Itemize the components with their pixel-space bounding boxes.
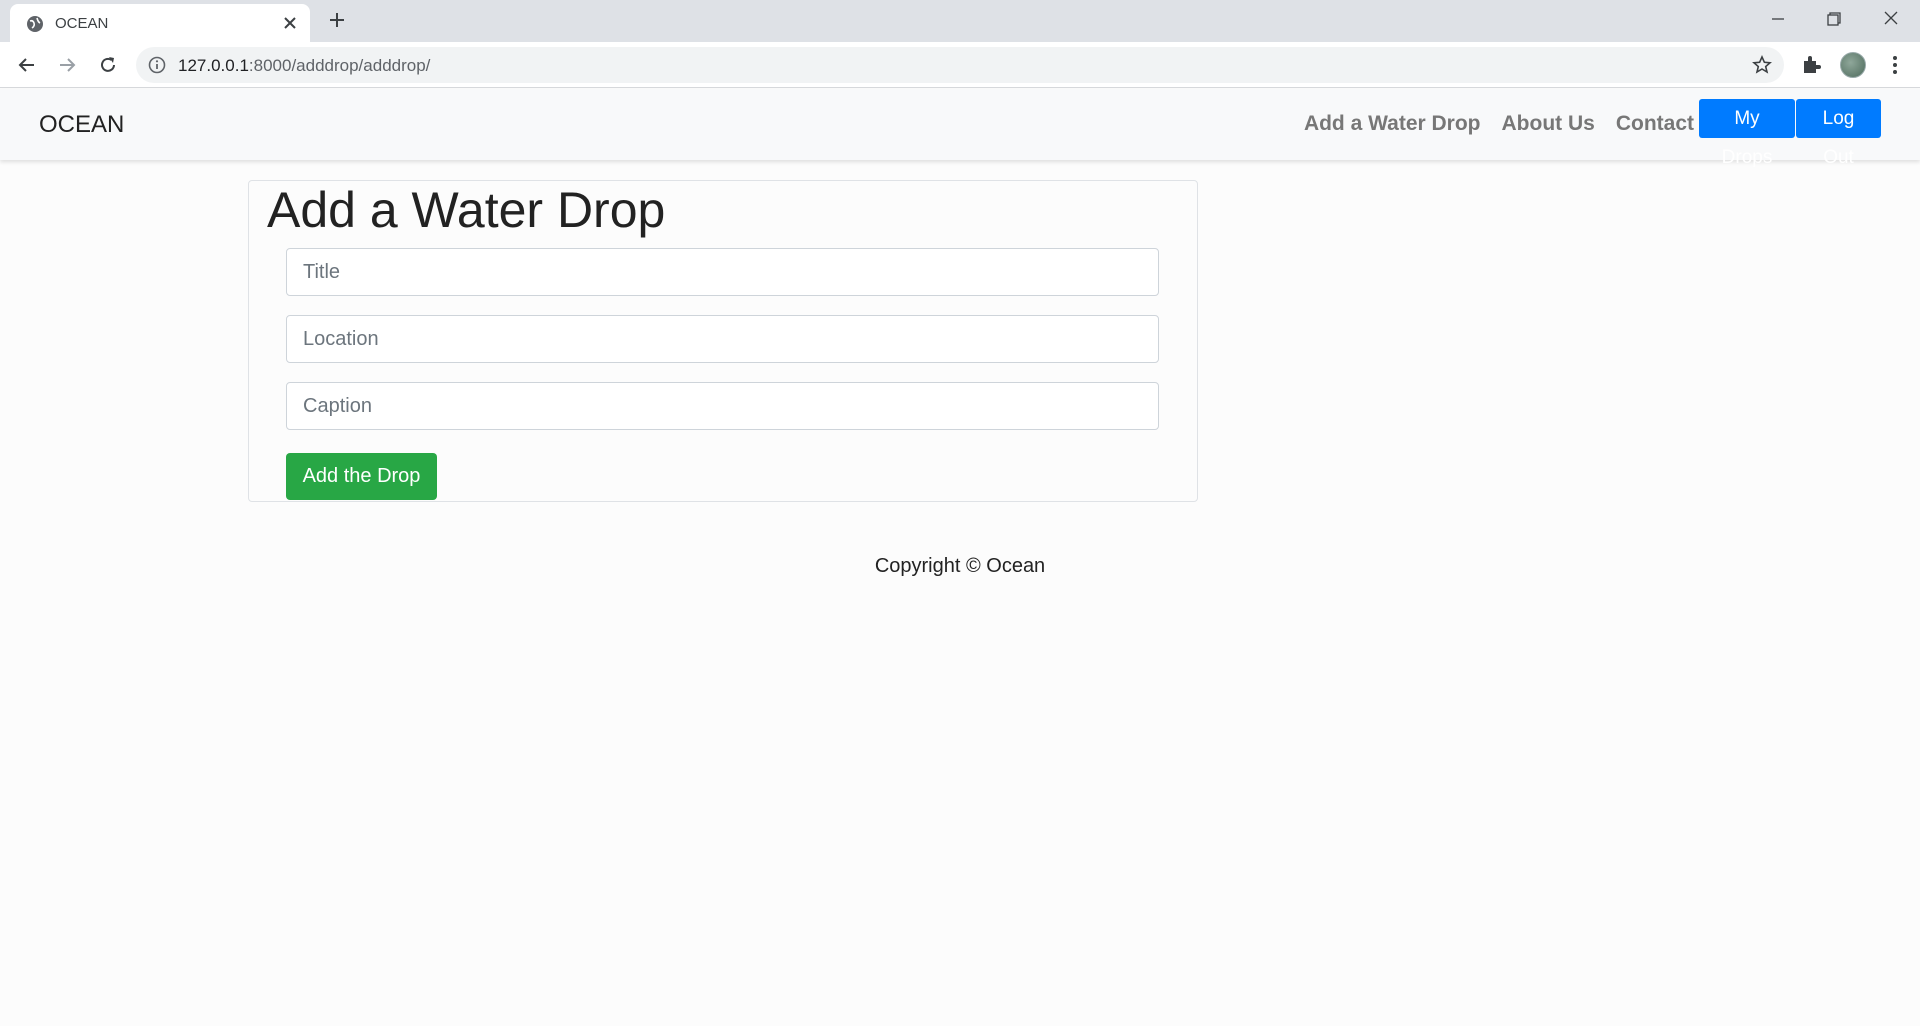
new-tab-icon[interactable] xyxy=(327,10,347,30)
page-content: OCEAN Add a Water Drop About Us Contact … xyxy=(0,89,1920,1026)
nav-links: Add a Water Drop About Us Contact xyxy=(1304,112,1694,136)
caption-input[interactable] xyxy=(286,382,1159,430)
browser-tabstrip: OCEAN xyxy=(0,0,1920,42)
location-input[interactable] xyxy=(286,315,1159,363)
profile-avatar[interactable] xyxy=(1840,52,1866,78)
forward-icon[interactable] xyxy=(55,53,79,77)
brand-logo[interactable]: OCEAN xyxy=(39,111,124,139)
address-bar[interactable]: 127.0.0.1:8000/adddrop/adddrop/ xyxy=(136,47,1784,83)
browser-toolbar: 127.0.0.1:8000/adddrop/adddrop/ xyxy=(0,42,1920,88)
browser-tab[interactable]: OCEAN xyxy=(10,4,310,42)
tab-title: OCEAN xyxy=(55,15,109,32)
globe-icon xyxy=(27,16,43,32)
my-drops-button[interactable]: My Drops xyxy=(1699,99,1795,168)
nav-link-add-drop[interactable]: Add a Water Drop xyxy=(1304,112,1481,136)
star-icon[interactable] xyxy=(1752,55,1772,75)
add-drop-button[interactable]: Add the Drop xyxy=(286,453,437,500)
add-drop-card: Add a Water Drop Add the Drop xyxy=(248,180,1198,502)
reload-icon[interactable] xyxy=(96,53,120,77)
restore-icon[interactable] xyxy=(1820,8,1846,30)
site-navbar: OCEAN Add a Water Drop About Us Contact … xyxy=(0,89,1920,168)
menu-icon[interactable] xyxy=(1885,53,1905,77)
minimize-icon[interactable] xyxy=(1765,8,1791,30)
close-tab-icon[interactable] xyxy=(280,13,300,33)
back-icon[interactable] xyxy=(15,53,39,77)
nav-link-contact[interactable]: Contact xyxy=(1616,112,1694,136)
page-title: Add a Water Drop xyxy=(267,182,666,238)
close-window-icon[interactable] xyxy=(1878,8,1904,30)
url-text: 127.0.0.1:8000/adddrop/adddrop/ xyxy=(178,56,430,76)
extensions-icon[interactable] xyxy=(1801,53,1823,75)
url-host: 127.0.0.1 xyxy=(178,56,249,75)
info-icon[interactable] xyxy=(148,56,166,74)
logout-button[interactable]: Log Out xyxy=(1796,99,1881,168)
footer-copyright: Copyright © Ocean xyxy=(874,555,1046,577)
nav-link-about[interactable]: About Us xyxy=(1502,112,1595,136)
title-input[interactable] xyxy=(286,248,1159,296)
url-path: :8000/adddrop/adddrop/ xyxy=(248,56,431,75)
